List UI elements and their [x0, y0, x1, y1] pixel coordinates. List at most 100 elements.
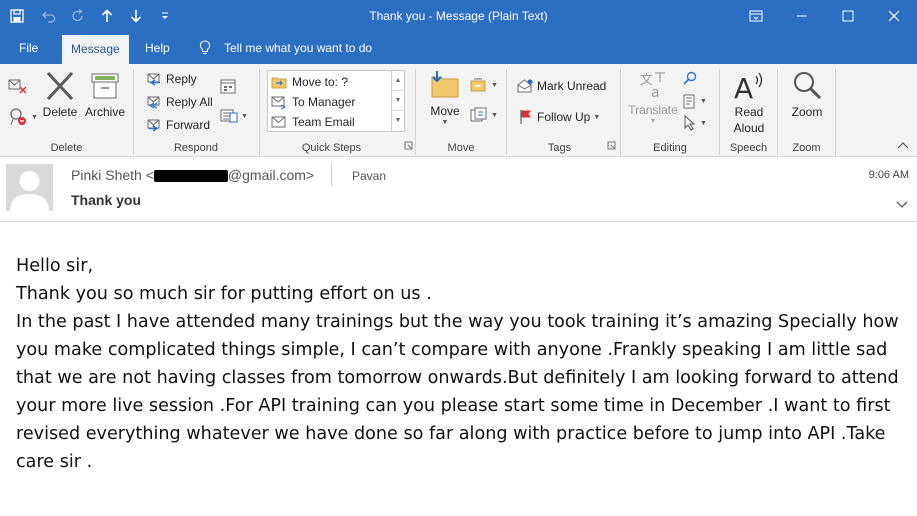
tell-me-search[interactable]: Tell me what you want to do	[199, 32, 372, 64]
speech-group: A Read Aloud Speech	[720, 64, 777, 157]
close-button[interactable]	[871, 0, 917, 32]
body-paragraph: In the past I have attended many trainin…	[16, 312, 899, 472]
next-item-button[interactable]	[121, 0, 150, 32]
editing-group: 文a Translate ▼ ▼ ▼ Editing	[621, 64, 719, 157]
read-aloud-icon: A	[734, 72, 763, 102]
minimize-button[interactable]	[779, 0, 825, 32]
reply-all-button[interactable]: Reply All	[146, 92, 213, 112]
respond-group: Reply Reply All Forward ▼ Respond	[134, 64, 258, 157]
redacted-text	[153, 170, 228, 183]
chevron-down-icon: ▼	[593, 113, 601, 121]
recipient[interactable]: Pavan	[352, 169, 386, 183]
respond-group-label: Respond	[173, 142, 219, 154]
expand-header-button[interactable]	[896, 198, 908, 212]
delete-button[interactable]: Delete	[42, 70, 78, 120]
scroll-down-button[interactable]: ▼	[392, 91, 404, 111]
chevron-down-icon: ▼	[31, 113, 38, 121]
tab-message[interactable]: Message	[62, 35, 129, 64]
forward-button[interactable]: Forward	[146, 115, 210, 135]
gallery-more-button[interactable]: ▼	[392, 111, 404, 131]
zoom-group-label: Zoom	[792, 142, 821, 154]
more-respond-icon	[220, 109, 238, 123]
ribbon-display-options-button[interactable]	[733, 0, 779, 32]
translate-label: Translate	[628, 103, 678, 117]
ribbon: ▼ Delete Archive Delete Reply Reply All …	[0, 64, 917, 157]
arrow-up-icon	[101, 9, 112, 22]
customize-toolbar-button[interactable]	[150, 0, 179, 32]
svg-text:a: a	[651, 85, 660, 100]
archive-button[interactable]: Archive	[84, 70, 126, 120]
actions-button[interactable]: ▼	[470, 107, 498, 123]
quick-step-move-to[interactable]: Move to: ?	[271, 72, 348, 92]
reply-label: Reply	[166, 72, 197, 86]
save-button[interactable]	[0, 0, 34, 32]
flag-icon	[520, 110, 531, 124]
tags-group: Mark Unread Follow Up ▼ Tags	[507, 64, 620, 157]
tab-help[interactable]: Help	[145, 32, 170, 64]
speech-group-label: Speech	[729, 142, 768, 154]
dialog-launcher-icon	[607, 141, 616, 150]
mark-unread-label: Mark Unread	[537, 79, 607, 93]
dialog-launcher-icon	[404, 141, 413, 150]
menu-bar: File Message Help Tell me what you want …	[0, 32, 917, 64]
mark-unread-button[interactable]: Mark Unread	[517, 76, 606, 96]
chevron-down-icon: ▼	[491, 81, 498, 89]
chevron-down-icon: ▼	[649, 118, 657, 125]
search-icon	[683, 71, 697, 85]
reply-button[interactable]: Reply	[146, 69, 197, 89]
select-button[interactable]: ▼	[683, 115, 707, 131]
cleanup-button[interactable]: ▼	[8, 107, 38, 127]
forward-icon	[147, 119, 160, 132]
follow-up-button[interactable]: Follow Up ▼	[519, 107, 600, 127]
archive-label: Archive	[84, 105, 125, 119]
chevron-down-icon: ▼	[491, 111, 498, 119]
tags-group-label: Tags	[547, 142, 572, 154]
find-button[interactable]	[683, 71, 697, 88]
forward-label: Forward	[166, 118, 211, 132]
calendar-icon	[220, 79, 236, 94]
more-respond-button[interactable]: ▼	[220, 108, 248, 124]
rules-icon	[470, 78, 486, 92]
quick-step-to-manager[interactable]: To Manager	[271, 92, 355, 112]
lightbulb-icon	[199, 40, 211, 55]
tab-file[interactable]: File	[19, 32, 38, 64]
read-aloud-label-1: Read	[734, 105, 764, 119]
quick-step-label: To Manager	[292, 95, 356, 109]
quick-step-team-email[interactable]: Team Email	[271, 112, 355, 132]
redo-button[interactable]	[63, 0, 92, 32]
svg-text:A: A	[734, 72, 753, 102]
scroll-up-button[interactable]: ▲	[392, 71, 404, 91]
read-aloud-button[interactable]: A Read Aloud	[726, 70, 772, 136]
sender[interactable]: Pinki Sheth < @gmail.com>	[71, 167, 314, 183]
zoom-button[interactable]: Zoom	[786, 70, 828, 120]
follow-up-label: Follow Up	[537, 110, 591, 124]
collapse-ribbon-button[interactable]	[897, 138, 909, 152]
undo-button[interactable]	[34, 0, 63, 32]
related-button[interactable]: ▼	[683, 93, 707, 109]
meeting-button[interactable]	[220, 78, 236, 97]
move-button[interactable]: Move ▼	[426, 69, 464, 126]
mark-unread-icon	[517, 79, 533, 93]
move-label: Move	[430, 104, 460, 118]
quick-steps-launcher[interactable]	[404, 139, 413, 153]
body-line: Hello sir,	[16, 256, 94, 276]
chevron-down-icon: ▼	[700, 97, 707, 105]
redo-icon	[71, 9, 83, 22]
sender-email-open: <	[145, 167, 154, 183]
ignore-button[interactable]	[8, 77, 28, 98]
cleanup-icon	[10, 108, 26, 126]
person-icon	[10, 171, 49, 211]
translate-button[interactable]: 文a Translate ▼	[627, 70, 679, 125]
title-bar: Thank you - Message (Plain Text)	[0, 0, 917, 32]
rules-button[interactable]: ▼	[470, 77, 498, 93]
email-forward-icon	[271, 96, 287, 109]
move-group-label: Move	[447, 142, 475, 154]
window-controls	[733, 0, 917, 32]
maximize-button[interactable]	[825, 0, 871, 32]
move-folder-icon	[431, 71, 459, 98]
avatar	[6, 164, 53, 211]
tags-launcher[interactable]	[607, 139, 616, 153]
previous-item-button[interactable]	[92, 0, 121, 32]
save-icon	[10, 9, 24, 23]
ribbon-divider	[835, 69, 836, 155]
